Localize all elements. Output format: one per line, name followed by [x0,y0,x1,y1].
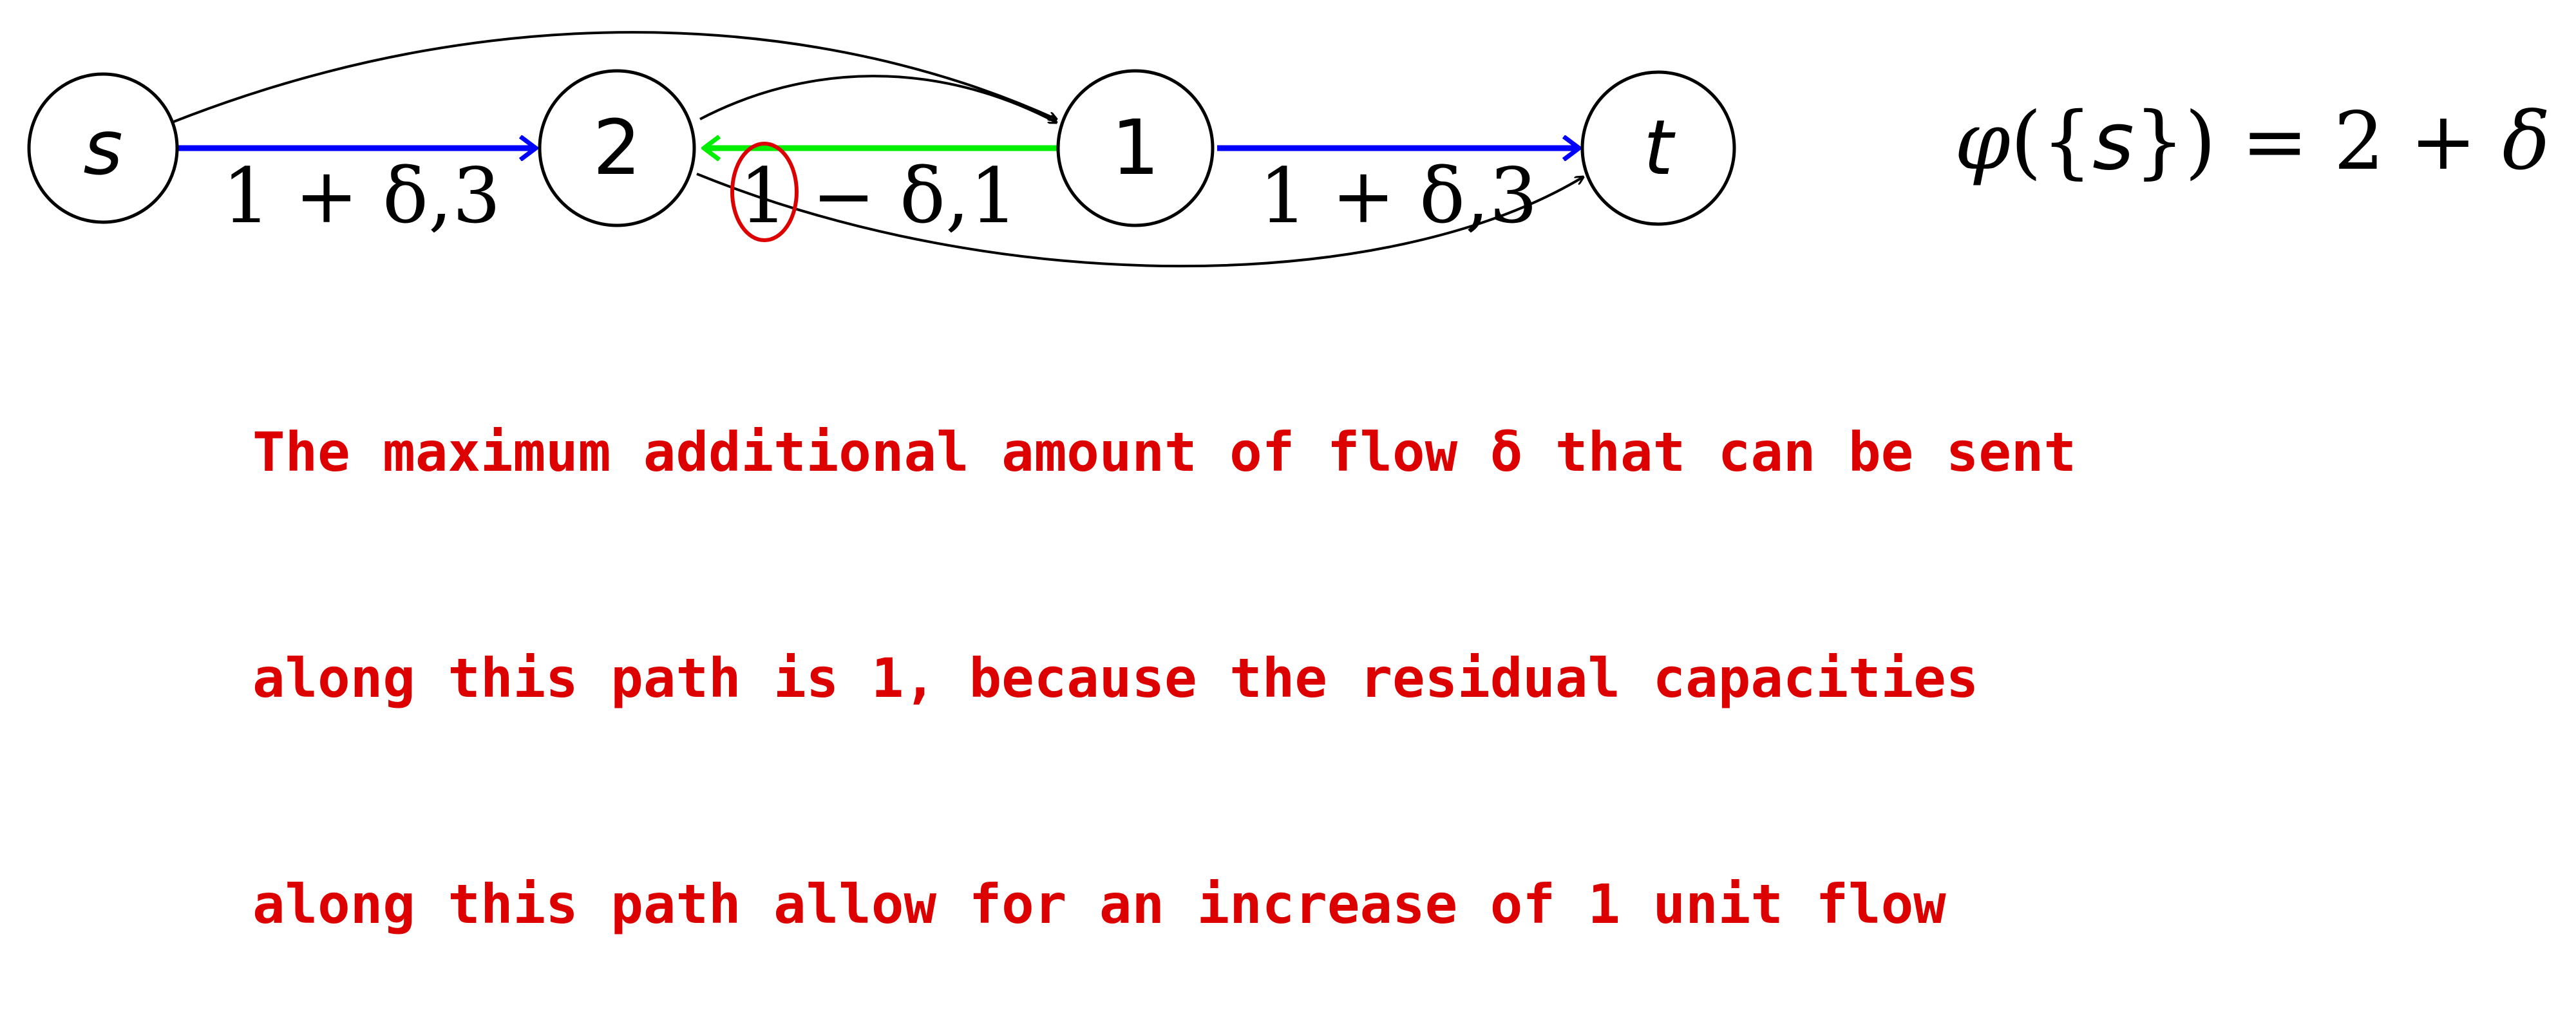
formula-close: }) [2134,95,2216,188]
node-s-label: s [83,103,122,192]
node-1: 1 [1056,69,1215,227]
node-s: s [27,72,179,224]
cut-value-formula: φ({s}) = 2 + δ [1955,95,2550,188]
flow-network-diagram: s 2 1 t 1 + δ,3 1 − δ,1 1 + δ,3 φ({s}) =… [0,0,2576,936]
note-line-2: along this path is 1, because the residu… [252,647,1979,710]
edge-label-1-t: 1 + δ,3 [1259,151,1538,240]
formula-set: s [2092,95,2134,188]
node-2: 2 [538,69,696,227]
node-1-label: 1 [1111,103,1159,192]
node-2-label: 2 [592,103,641,192]
edge-label-1-2: 1 − δ,1 [739,151,1018,240]
edge-2-to-1-curve [699,75,1056,122]
formula-phi: φ [1955,95,2011,188]
node-t: t [1580,70,1736,226]
note-line-1: The maximum additional amount of flow δ … [252,421,2077,484]
node-t-label: t [1643,103,1676,192]
edge-label-s-2: 1 + δ,3 [222,151,501,240]
formula-delta: δ [2502,95,2550,188]
note-line-3: along this path allow for an increase of… [252,873,1946,936]
explanation-note: The maximum additional amount of flow δ … [252,264,2545,1015]
formula-open: ({ [2011,95,2092,188]
formula-rhs: = 2 + [2216,95,2502,188]
